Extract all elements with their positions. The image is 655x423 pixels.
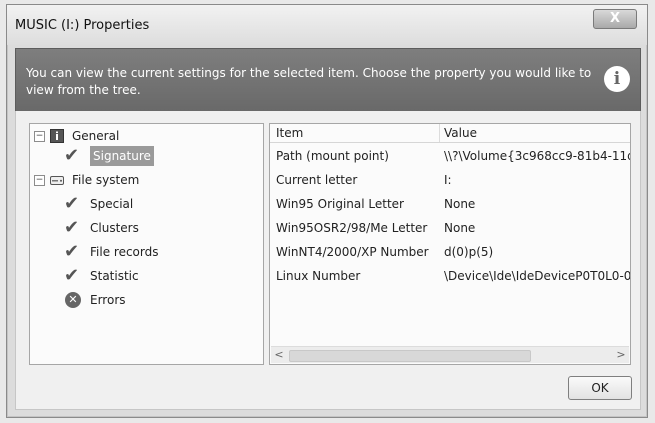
checkmark-icon: ✔ <box>64 217 80 238</box>
tree-item-special[interactable]: ✔ Special <box>34 194 254 214</box>
table-row[interactable]: Win95OSR2/98/Me Letter None <box>270 216 630 240</box>
row-item: Path (mount point) <box>276 149 389 163</box>
list-header: Item Value <box>270 124 630 143</box>
tree-label-errors: Errors <box>90 293 126 307</box>
tree-label-special: Special <box>90 197 134 211</box>
scroll-right-icon[interactable]: > <box>613 347 629 363</box>
tree-item-errors[interactable]: ✕ Errors <box>34 290 254 310</box>
row-item: WinNT4/2000/XP Number <box>276 245 429 259</box>
dialog-content: − General ✔ Signature − File system ✔ Sp… <box>15 111 641 410</box>
window-title: MUSIC (I:) Properties <box>15 18 150 33</box>
row-item: Linux Number <box>276 269 361 283</box>
row-value: I: <box>444 173 452 187</box>
checkmark-icon: ✔ <box>64 241 80 262</box>
tree-item-clusters[interactable]: ✔ Clusters <box>34 218 254 238</box>
banner-text: You can view the current settings for th… <box>26 66 592 97</box>
table-row[interactable]: WinNT4/2000/XP Number d(0)p(5) <box>270 240 630 264</box>
tree-label-clusters: Clusters <box>90 221 139 235</box>
tree-label-file-system: File system <box>72 173 140 187</box>
ok-button[interactable]: OK <box>568 376 632 400</box>
row-value: \Device\Ide\IdeDeviceP0T0L0-07 <box>444 269 631 283</box>
row-value: None <box>444 197 476 211</box>
column-header-value[interactable]: Value <box>444 124 477 142</box>
table-row[interactable]: Win95 Original Letter None <box>270 192 630 216</box>
row-item: Current letter <box>276 173 358 187</box>
tree-item-file-records[interactable]: ✔ File records <box>34 242 254 262</box>
collapse-icon[interactable]: − <box>34 175 45 186</box>
checkmark-icon: ✔ <box>64 145 80 166</box>
row-value: None <box>444 221 476 235</box>
title-bar[interactable]: MUSIC (I:) Properties X <box>7 5 647 45</box>
properties-dialog: MUSIC (I:) Properties X You can view the… <box>6 4 648 418</box>
tree-label-file-records: File records <box>90 245 159 259</box>
scroll-thumb[interactable] <box>289 350 531 362</box>
tree-label-statistic: Statistic <box>90 269 139 283</box>
column-header-item[interactable]: Item <box>276 124 303 142</box>
table-row[interactable]: Current letter I: <box>270 168 630 192</box>
tree-label-general: General <box>72 129 120 143</box>
column-divider[interactable] <box>439 124 440 142</box>
close-button[interactable]: X <box>593 9 637 29</box>
checkmark-icon: ✔ <box>64 265 80 286</box>
tree-item-general[interactable]: − General <box>34 126 254 146</box>
table-row[interactable]: Linux Number \Device\Ide\IdeDeviceP0T0L0… <box>270 264 630 288</box>
info-node-icon <box>50 129 64 143</box>
info-icon: i <box>604 66 630 92</box>
property-tree[interactable]: − General ✔ Signature − File system ✔ Sp… <box>29 123 264 365</box>
collapse-icon[interactable]: − <box>34 131 45 142</box>
tree-item-file-system[interactable]: − File system <box>34 170 254 190</box>
property-list[interactable]: Item Value Path (mount point) \\?\Volume… <box>269 123 631 365</box>
row-item: Win95OSR2/98/Me Letter <box>276 221 428 235</box>
row-item: Win95 Original Letter <box>276 197 404 211</box>
row-value: \\?\Volume{3c968cc9-81b4-11df- <box>444 149 631 163</box>
tree-item-statistic[interactable]: ✔ Statistic <box>34 266 254 286</box>
info-banner: You can view the current settings for th… <box>15 48 641 112</box>
drive-icon <box>50 176 64 185</box>
checkmark-icon: ✔ <box>64 193 80 214</box>
scroll-left-icon[interactable]: < <box>271 347 287 363</box>
tree-label-signature: Signature <box>90 146 154 166</box>
row-value: d(0)p(5) <box>444 245 494 259</box>
tree-item-signature[interactable]: ✔ Signature <box>34 146 254 166</box>
table-row[interactable]: Path (mount point) \\?\Volume{3c968cc9-8… <box>270 144 630 168</box>
horizontal-scrollbar[interactable]: < > <box>271 346 629 363</box>
error-icon: ✕ <box>65 292 81 308</box>
